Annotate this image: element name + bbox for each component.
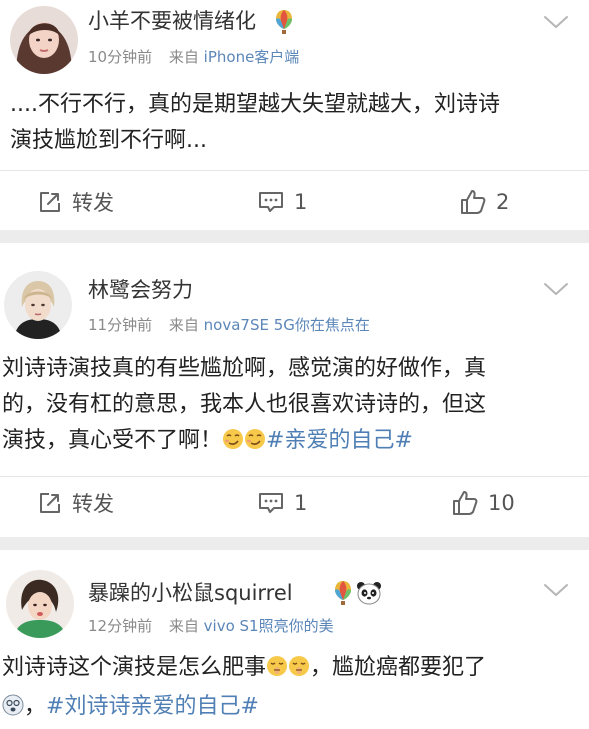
comment-count: 1 [294, 491, 308, 515]
avatar[interactable] [10, 6, 78, 74]
username[interactable]: 林鹭会努力 [88, 277, 193, 303]
smirk-emoji-icon [244, 426, 266, 462]
username[interactable]: 暴躁的小松鼠squirrel [88, 580, 293, 606]
card-separator [0, 230, 589, 243]
divider [0, 170, 589, 171]
user-badges [334, 580, 382, 610]
dizzy-emoji-icon [2, 692, 24, 728]
content-line: ....不行不行，真的是期望越大失望就越大，刘诗诗 [10, 92, 500, 117]
avatar[interactable] [4, 271, 72, 339]
post-meta: 10分钟前 来自 iPhone客户端 [88, 47, 299, 67]
avatar[interactable] [6, 570, 74, 638]
post-time: 10分钟前 [88, 48, 153, 66]
like-count: 2 [496, 190, 510, 214]
action-bar: 转发 1 10 [0, 483, 589, 523]
chevron-down-icon[interactable] [543, 14, 569, 30]
comment-icon [259, 192, 283, 212]
content-text: ，尴尬癌都要犯了 [310, 655, 487, 680]
post-time: 11分钟前 [88, 316, 153, 334]
like-button[interactable]: 2 [460, 182, 509, 222]
source-link[interactable]: vivo S1照亮你的美 [204, 617, 334, 635]
like-count: 10 [488, 491, 515, 515]
source-prefix: 来自 [168, 617, 199, 635]
balloon-badge-icon [275, 9, 293, 39]
chevron-down-icon[interactable] [543, 582, 569, 598]
post-card: 小羊不要被情绪化 10分钟前 来自 iPhone客户端 ....不行不行，真的是… [0, 0, 589, 228]
balloon-badge-icon [334, 580, 352, 610]
repost-icon [40, 192, 60, 212]
hashtag-link[interactable]: #刘诗诗亲爱的自己# [46, 694, 259, 719]
comment-button[interactable]: 1 [258, 182, 307, 222]
post-meta: 11分钟前 来自 nova7SE 5G你在焦点在 [88, 315, 370, 335]
thumbs-up-icon [453, 491, 478, 515]
thumbs-up-icon [461, 190, 486, 214]
content-line: 的，没有杠的意思，我本人也很喜欢诗诗的，但这 [2, 392, 487, 417]
repost-button[interactable]: 转发 [38, 483, 114, 523]
source-prefix: 来自 [168, 48, 199, 66]
repost-label: 转发 [72, 191, 114, 215]
action-bar: 转发 1 2 [0, 182, 589, 222]
post-content: 刘诗诗演技真的有些尴尬啊，感觉演的好做作，真 的，没有杠的意思，我本人也很喜欢诗… [2, 351, 571, 462]
content-line: 刘诗诗这个演技是怎么肥事 ，尴尬癌都要犯了 [2, 650, 571, 689]
post-card: 林鹭会努力 11分钟前 来自 nova7SE 5G你在焦点在 刘诗诗演技真的有些… [0, 243, 589, 537]
content-text: 刘诗诗这个演技是怎么肥事 [2, 655, 267, 680]
user-badges [275, 9, 293, 39]
comment-count: 1 [294, 190, 308, 214]
content-text: 演技，真心受不了啊！ [2, 428, 223, 453]
content-line: 刘诗诗演技真的有些尴尬啊，感觉演的好做作，真 [2, 356, 487, 381]
shush-emoji-icon [288, 653, 310, 689]
post-meta: 12分钟前 来自 vivo S1照亮你的美 [88, 616, 334, 636]
comment-icon [259, 493, 283, 513]
panda-badge-icon [356, 581, 382, 609]
repost-icon [40, 493, 60, 513]
divider [0, 476, 589, 477]
hashtag-link[interactable]: #亲爱的自己# [266, 428, 413, 453]
repost-label: 转发 [72, 492, 114, 516]
comment-button[interactable]: 1 [258, 483, 307, 523]
shush-emoji-icon [266, 653, 288, 689]
post-content: 刘诗诗这个演技是怎么肥事 ，尴尬癌都要犯了 ，#刘诗诗亲爱的自己# [2, 650, 571, 728]
like-button[interactable]: 10 [452, 483, 515, 523]
source-link[interactable]: nova7SE 5G你在焦点在 [204, 316, 370, 334]
weibo-comment-feed: 小羊不要被情绪化 10分钟前 来自 iPhone客户端 ....不行不行，真的是… [0, 0, 589, 729]
chevron-down-icon[interactable] [543, 281, 569, 297]
post-time: 12分钟前 [88, 617, 153, 635]
source-link[interactable]: iPhone客户端 [204, 48, 300, 66]
content-line: 演技尴尬到不行啊... [10, 128, 207, 153]
post-content: ....不行不行，真的是期望越大失望就越大，刘诗诗 演技尴尬到不行啊... [10, 87, 571, 159]
card-separator [0, 537, 589, 550]
content-line: 演技，真心受不了啊！ #亲爱的自己# [2, 423, 571, 462]
content-text: ， [24, 694, 47, 719]
smirk-emoji-icon [222, 426, 244, 462]
repost-button[interactable]: 转发 [38, 182, 114, 222]
content-line: ，#刘诗诗亲爱的自己# [2, 689, 571, 728]
username[interactable]: 小羊不要被情绪化 [88, 8, 256, 34]
post-card: 暴躁的小松鼠squirrel 12分钟前 来自 vivo S1照亮你的美 刘诗诗… [0, 550, 589, 729]
source-prefix: 来自 [168, 316, 199, 334]
